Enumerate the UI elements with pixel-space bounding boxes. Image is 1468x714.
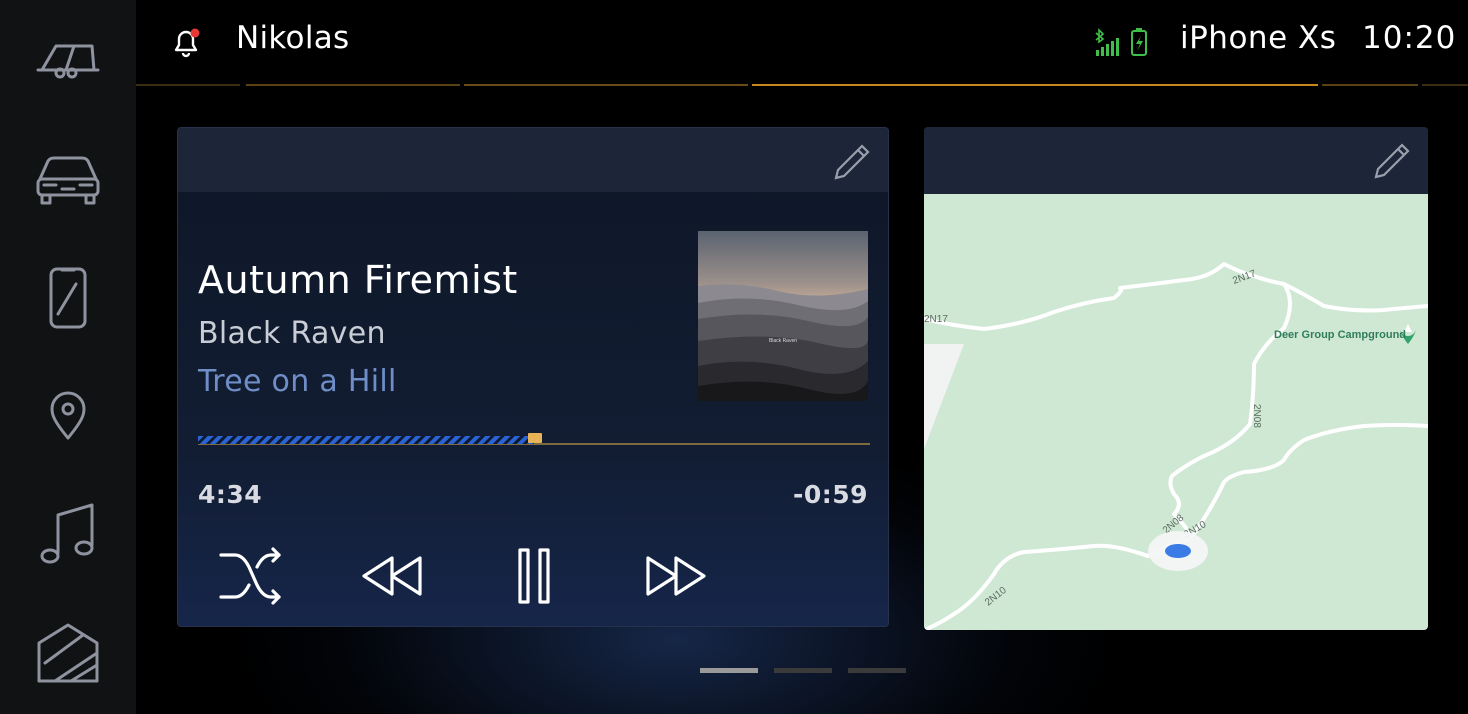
car-icon: [36, 156, 100, 205]
bluetooth-icon: [1095, 28, 1105, 44]
pencil-icon: [834, 144, 870, 180]
poi-label[interactable]: Deer Group Campground: [1274, 329, 1406, 341]
map-widget[interactable]: 2N17 2N17 2N08 2N08 2N10 2N10 Deer Group…: [924, 127, 1428, 630]
phone-icon: [49, 267, 87, 329]
progress-handle[interactable]: [528, 433, 542, 443]
edit-map-widget-button[interactable]: [1372, 139, 1414, 185]
pencil-icon: [1374, 143, 1410, 179]
notification-button[interactable]: [170, 26, 202, 62]
sidebar-item-home[interactable]: [28, 614, 108, 694]
sidebar: [0, 0, 136, 714]
connected-device-name[interactable]: iPhone Xs: [1180, 20, 1336, 56]
page-indicator[interactable]: [848, 668, 906, 673]
sidebar-item-vehicle[interactable]: [28, 140, 108, 220]
progress-fill: [198, 436, 534, 444]
road-label: 2N17: [924, 314, 948, 325]
track-title: Autumn Firemist: [198, 258, 518, 302]
album-cover-text: Black Raven: [768, 338, 798, 344]
tab-indicator: [1422, 84, 1468, 86]
notification-dot: [190, 28, 200, 38]
rewind-button[interactable]: [354, 541, 430, 611]
map-view[interactable]: 2N17 2N17 2N08 2N08 2N10 2N10 Deer Group…: [924, 194, 1428, 630]
fast-forward-button[interactable]: [638, 541, 714, 611]
shuffle-icon: [219, 547, 281, 605]
rewind-icon: [362, 556, 422, 596]
home-icon: [37, 623, 99, 683]
media-widget-header: [178, 128, 888, 192]
elapsed-time: 4:34: [198, 480, 263, 509]
tab-indicator-active: [752, 84, 1318, 86]
location-pin-icon: [50, 391, 86, 440]
user-name[interactable]: Nikolas: [236, 20, 349, 56]
bell-icon: [174, 28, 200, 58]
top-bar: Nikolas iPhone Xs 10:20: [136, 0, 1468, 86]
current-location-marker: [1148, 531, 1208, 571]
fast-forward-icon: [646, 556, 706, 596]
map-roads: [924, 262, 1428, 630]
page-indicator[interactable]: [774, 668, 832, 673]
tab-indicator: [464, 84, 748, 86]
remaining-time: -0:59: [792, 480, 868, 509]
road-label: 2N10: [983, 585, 1009, 609]
road-label: 2N08: [1251, 404, 1262, 428]
pause-button[interactable]: [496, 541, 572, 611]
sidebar-item-trailer[interactable]: [28, 20, 108, 100]
tab-indicator: [1322, 84, 1418, 86]
sidebar-item-phone[interactable]: [28, 258, 108, 338]
status-icons: [1094, 28, 1154, 62]
battery-icon: [1131, 28, 1147, 56]
media-widget[interactable]: Autumn Firemist Black Raven Tree on a Hi…: [177, 127, 889, 627]
tab-indicator: [136, 84, 240, 86]
trailer-icon: [36, 44, 100, 79]
album-cover: Black Raven: [698, 231, 868, 401]
music-note-icon: [40, 503, 94, 564]
shuffle-button[interactable]: [212, 541, 288, 611]
album-name[interactable]: Tree on a Hill: [198, 364, 397, 399]
tab-indicator: [246, 84, 460, 86]
page-indicator-active[interactable]: [700, 668, 758, 673]
pause-icon: [518, 548, 550, 604]
clock: 10:20: [1362, 20, 1457, 56]
edit-media-widget-button[interactable]: [832, 140, 874, 186]
map-widget-header: [924, 127, 1428, 194]
sidebar-item-navigation[interactable]: [28, 376, 108, 456]
sidebar-item-media[interactable]: [28, 494, 108, 574]
artist-name: Black Raven: [198, 316, 386, 351]
map-unmapped-area: [924, 344, 964, 449]
